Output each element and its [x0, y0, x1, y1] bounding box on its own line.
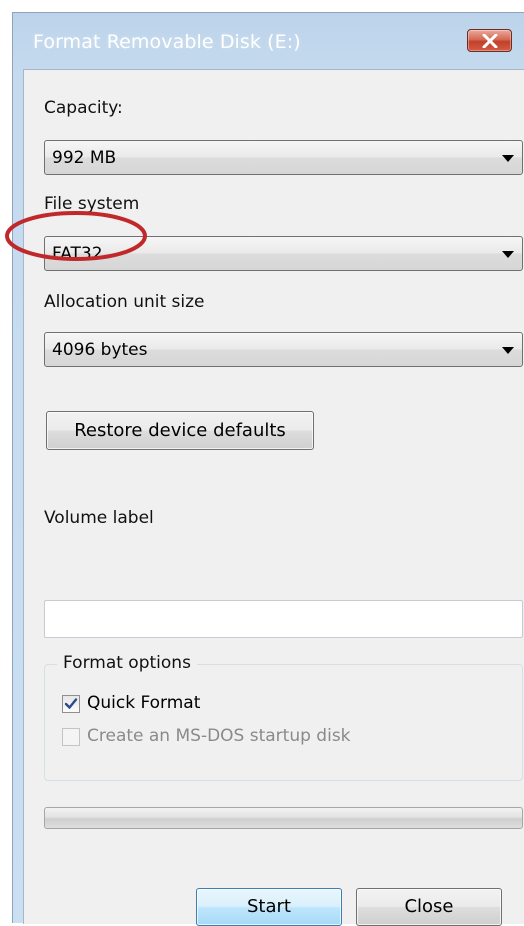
chevron-down-icon: [502, 347, 514, 354]
quick-format-label: Quick Format: [87, 693, 201, 713]
ms-dos-startup-checkbox[interactable]: [62, 728, 80, 746]
capacity-select[interactable]: 992 MB: [44, 140, 523, 175]
close-x-icon: [482, 34, 498, 48]
file-system-label: File system: [44, 194, 140, 214]
allocation-unit-label: Allocation unit size: [44, 292, 205, 312]
restore-defaults-button[interactable]: Restore device defaults: [46, 411, 314, 450]
window-title: Format Removable Disk (E:): [33, 31, 301, 53]
format-options-group: Format options Quick Format Create an MS…: [44, 653, 523, 781]
checkmark-icon: [64, 698, 78, 710]
format-progress-bar: [44, 807, 523, 829]
capacity-value: 992 MB: [52, 148, 117, 168]
allocation-unit-value: 4096 bytes: [52, 340, 148, 360]
format-dialog: Format Removable Disk (E:) Capacity: 992…: [12, 12, 524, 926]
chevron-down-icon: [502, 155, 514, 162]
file-system-value: FAT32: [52, 244, 103, 264]
volume-label-input[interactable]: [44, 600, 523, 638]
volume-label-label: Volume label: [44, 508, 154, 528]
capacity-label: Capacity:: [44, 98, 123, 118]
close-button[interactable]: Close: [356, 888, 502, 926]
format-options-title: Format options: [57, 653, 197, 673]
file-system-select[interactable]: FAT32: [44, 236, 523, 271]
start-button[interactable]: Start: [196, 888, 342, 926]
dialog-body: Capacity: 992 MB File system FAT32 Alloc…: [23, 69, 524, 926]
close-window-button[interactable]: [467, 29, 512, 52]
title-bar: Format Removable Disk (E:): [13, 13, 524, 69]
chevron-down-icon: [502, 251, 514, 258]
ms-dos-startup-label: Create an MS-DOS startup disk: [87, 726, 351, 746]
quick-format-checkbox[interactable]: [62, 695, 80, 713]
allocation-unit-select[interactable]: 4096 bytes: [44, 332, 523, 367]
